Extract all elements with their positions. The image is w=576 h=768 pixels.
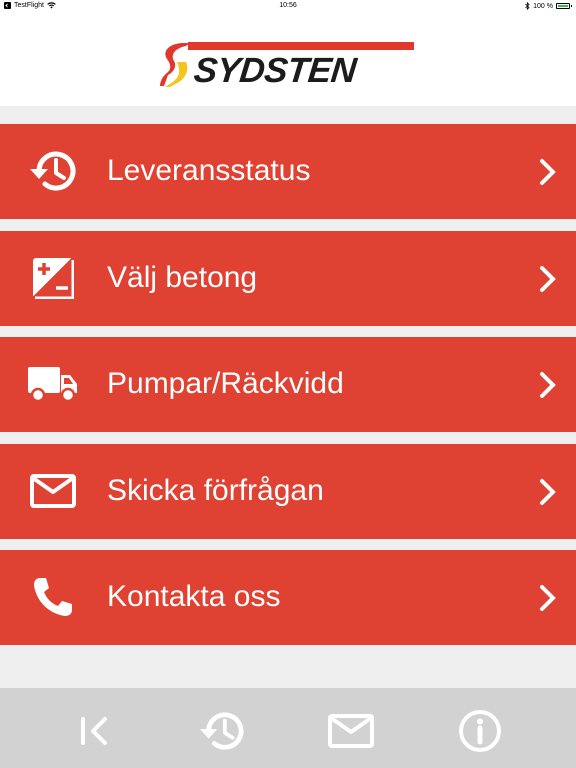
menu-item-kontakta-oss[interactable]: Kontakta oss: [0, 550, 576, 645]
bottom-tab-bar: [0, 688, 576, 768]
phone-icon: [28, 574, 78, 620]
back-to-start-icon: [81, 717, 107, 745]
main-menu: Leveransstatus Välj betong Pumpar/Räckvi…: [0, 124, 576, 657]
battery-icon: [556, 3, 572, 9]
sydsten-logo: SYDSTEN: [160, 42, 418, 90]
tab-back-to-start[interactable]: [72, 708, 118, 754]
history-icon: [200, 712, 244, 750]
chevron-right-icon: [540, 159, 556, 185]
mail-icon: [28, 468, 78, 514]
menu-item-label: Leveransstatus: [107, 154, 311, 187]
chevron-right-icon: [540, 265, 556, 292]
menu-item-leveransstatus[interactable]: Leveransstatus: [0, 124, 576, 219]
history-icon: [28, 148, 78, 194]
logo-text: SYDSTEN: [192, 51, 358, 90]
battery-fill: [558, 5, 568, 7]
battery-percent: 100 %: [533, 2, 553, 10]
chevron-right-icon: [540, 478, 556, 505]
mail-icon: [328, 714, 374, 748]
menu-item-skicka-forfragan[interactable]: Skicka förfrågan: [0, 443, 576, 539]
tab-mail[interactable]: [328, 708, 374, 754]
menu-item-label: Pumpar/Räckvidd: [107, 367, 344, 400]
plus-minus-icon: [28, 255, 78, 301]
menu-item-label: Kontakta oss: [107, 580, 281, 613]
status-right: 100 %: [525, 2, 572, 10]
bluetooth-icon: [525, 2, 530, 10]
tab-history[interactable]: [199, 708, 245, 754]
tab-info[interactable]: [457, 708, 503, 754]
menu-item-label: Skicka förfrågan: [107, 473, 324, 507]
chevron-right-icon: [540, 585, 556, 611]
app-screen: TestFlight 10:56 100 % SYDSTEN Leveranss…: [0, 0, 576, 768]
menu-item-valj-betong[interactable]: Välj betong: [0, 230, 576, 326]
logo-bar: [188, 42, 414, 50]
truck-icon: [28, 361, 78, 407]
info-icon: [459, 710, 501, 752]
menu-item-pumpar-rackvidd[interactable]: Pumpar/Räckvidd: [0, 337, 576, 432]
chevron-right-icon: [540, 372, 556, 398]
menu-item-label: Välj betong: [107, 260, 258, 294]
status-time: 10:56: [279, 2, 297, 9]
app-header: SYDSTEN: [0, 12, 576, 106]
status-bar: TestFlight 10:56 100 %: [0, 0, 576, 12]
